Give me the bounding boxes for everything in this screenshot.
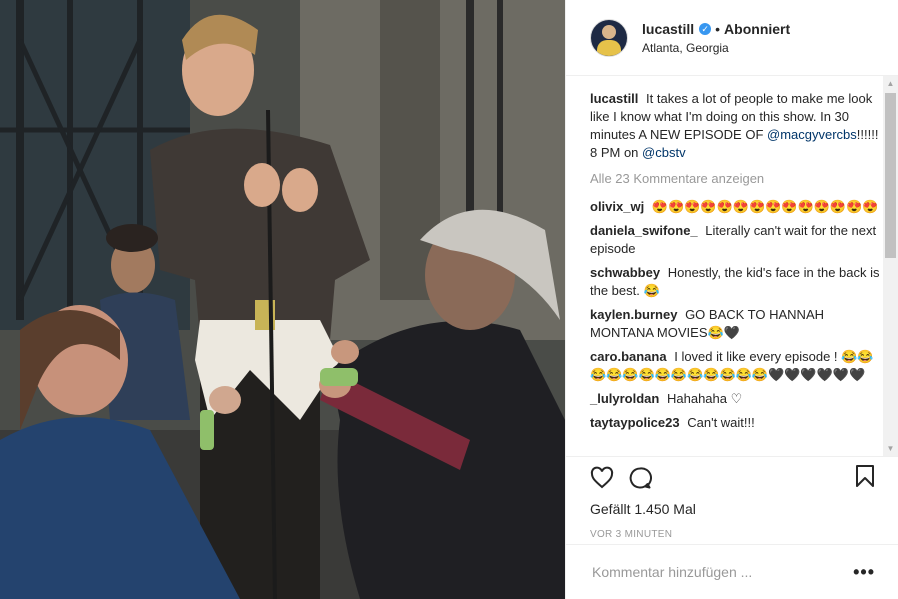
comment-item: taytaypolice23 Can't wait!!! bbox=[590, 414, 884, 432]
comment-username[interactable]: kaylen.burney bbox=[590, 307, 677, 322]
action-icons bbox=[590, 457, 875, 499]
comments-list: lucastill It takes a lot of people to ma… bbox=[566, 76, 884, 456]
caption-mention-macgyver[interactable]: @macgyvercbs bbox=[767, 127, 857, 142]
more-options-icon[interactable]: ••• bbox=[853, 562, 875, 583]
photo-illustration bbox=[0, 0, 565, 599]
header-row: lucastill ✓ • Abonniert bbox=[642, 21, 790, 37]
comment-username[interactable]: _lulyroldan bbox=[590, 391, 659, 406]
comment-input[interactable] bbox=[590, 563, 846, 581]
heart-icon[interactable] bbox=[590, 466, 614, 490]
post-actions: Gefällt 1.450 Mal VOR 3 MINUTEN bbox=[566, 456, 898, 544]
add-comment-bar: ••• bbox=[566, 544, 898, 599]
comment-text: Can't wait!!! bbox=[687, 415, 755, 430]
instagram-post: lucastill ✓ • Abonniert Atlanta, Georgia… bbox=[0, 0, 898, 599]
location-link[interactable]: Atlanta, Georgia bbox=[642, 41, 790, 55]
likes-count[interactable]: Gefällt 1.450 Mal bbox=[590, 501, 875, 517]
verified-badge-icon: ✓ bbox=[699, 22, 712, 35]
comment-item: schwabbey Honestly, the kid's face in th… bbox=[590, 264, 884, 300]
comment-username[interactable]: olivix_wj bbox=[590, 199, 644, 214]
comment-item: caro.banana I loved it like every episod… bbox=[590, 348, 884, 384]
caption-mention-cbstv[interactable]: @cbstv bbox=[642, 145, 686, 160]
post-photo[interactable] bbox=[0, 0, 565, 599]
bookmark-icon[interactable] bbox=[855, 464, 875, 488]
comment-text: 😍😍😍😍😍😍😍😍😍😍😍😍😍😍 bbox=[651, 199, 879, 214]
header-username[interactable]: lucastill bbox=[642, 21, 694, 37]
comment-item: _lulyroldan Hahahaha ♡ bbox=[590, 390, 884, 408]
post-header: lucastill ✓ • Abonniert Atlanta, Georgia bbox=[566, 0, 898, 76]
comments-scrollbar[interactable]: ▲ ▼ bbox=[883, 76, 898, 456]
action-icons-left bbox=[590, 466, 652, 490]
post-caption: lucastill It takes a lot of people to ma… bbox=[590, 90, 884, 162]
comment-username[interactable]: daniela_swifone_ bbox=[590, 223, 698, 238]
caption-username[interactable]: lucastill bbox=[590, 91, 638, 106]
comment-item: kaylen.burney GO BACK TO HANNAH MONTANA … bbox=[590, 306, 884, 342]
post-sidebar: lucastill ✓ • Abonniert Atlanta, Georgia… bbox=[565, 0, 898, 599]
action-icons-right bbox=[855, 464, 875, 493]
separator-dot: • bbox=[715, 20, 721, 37]
view-all-comments-link[interactable]: Alle 23 Kommentare anzeigen bbox=[590, 170, 884, 188]
post-timestamp: VOR 3 MINUTEN bbox=[590, 529, 673, 540]
scroll-up-arrow-icon[interactable]: ▲ bbox=[883, 76, 898, 91]
comment-item: olivix_wj 😍😍😍😍😍😍😍😍😍😍😍😍😍😍 bbox=[590, 198, 884, 216]
comment-text: Hahahaha ♡ bbox=[666, 391, 743, 406]
comment-item: daniela_swifone_ Literally can't wait fo… bbox=[590, 222, 884, 258]
follow-status-button[interactable]: Abonniert bbox=[724, 21, 790, 37]
comment-username[interactable]: taytaypolice23 bbox=[590, 415, 680, 430]
comment-bubble-icon[interactable] bbox=[628, 466, 652, 490]
scroll-down-arrow-icon[interactable]: ▼ bbox=[883, 441, 898, 456]
avatar[interactable] bbox=[590, 18, 628, 57]
scrollbar-thumb[interactable] bbox=[885, 93, 896, 258]
comment-username[interactable]: schwabbey bbox=[590, 265, 660, 280]
header-text: lucastill ✓ • Abonniert Atlanta, Georgia bbox=[642, 21, 790, 55]
comment-username[interactable]: caro.banana bbox=[590, 349, 667, 364]
